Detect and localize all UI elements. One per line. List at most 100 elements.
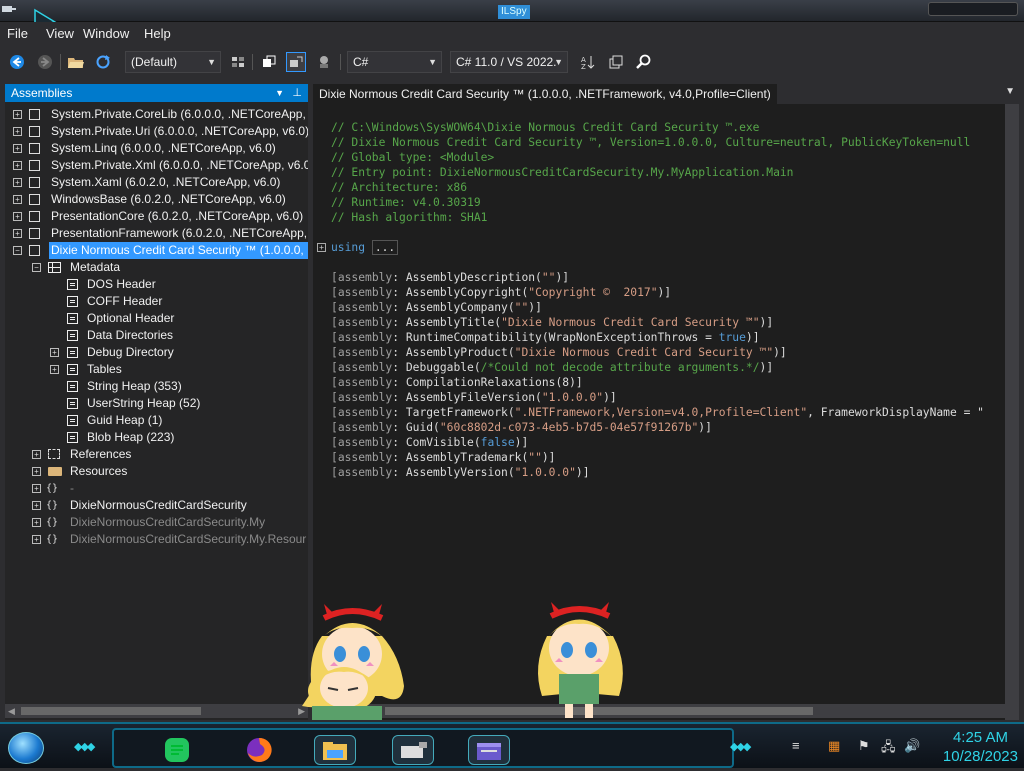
expand-icon[interactable]: + <box>13 229 22 238</box>
pin-icon[interactable]: ⊥ <box>292 84 302 102</box>
open-folder-icon[interactable] <box>66 52 86 72</box>
expand-icon[interactable]: + <box>13 178 22 187</box>
toolbar-separator <box>252 54 253 70</box>
refresh-icon[interactable] <box>93 52 113 72</box>
search-icon[interactable] <box>634 52 654 72</box>
code-horizontal-scrollbar[interactable] <box>313 704 1005 718</box>
menu-view[interactable]: View <box>46 26 74 41</box>
file-explorer-icon[interactable] <box>314 735 356 765</box>
assembly-attribute-line: [assembly: TargetFramework(".NETFramewor… <box>331 405 984 420</box>
expand-icon[interactable]: + <box>13 110 22 119</box>
collapse-icon[interactable]: − <box>13 246 22 255</box>
page-icon <box>67 330 78 341</box>
assembly-icon <box>29 228 40 239</box>
show-all-icon[interactable] <box>314 52 334 72</box>
show-desktop-icon[interactable]: ≡ <box>792 738 800 753</box>
expand-icon[interactable]: + <box>32 484 41 493</box>
tree-node-label: Optional Header <box>87 311 175 325</box>
namespace-icon: {} <box>46 517 59 528</box>
attribute-bracket: [ <box>331 286 338 299</box>
code-tab[interactable]: Dixie Normous Credit Card Security ™ (1.… <box>313 84 777 104</box>
using-collapsed[interactable]: ... <box>371 240 399 255</box>
attribute-name[interactable]: : ComVisible( <box>392 436 480 449</box>
taskbar-dock <box>112 728 734 768</box>
volume-icon[interactable]: 🔊 <box>904 738 920 754</box>
start-orb-icon[interactable] <box>8 732 44 764</box>
attribute-tail: )] <box>698 421 712 434</box>
back-arrow-icon[interactable] <box>7 52 27 72</box>
attribute-name[interactable]: : AssemblyVersion( <box>392 466 514 479</box>
attribute-name[interactable]: : Guid( <box>392 421 440 434</box>
expand-icon[interactable]: + <box>13 144 22 153</box>
page-icon <box>67 296 78 307</box>
clock-date: 10/28/2023 <box>942 748 1018 765</box>
expand-icon[interactable]: + <box>13 161 22 170</box>
attribute-bracket: [ <box>331 361 338 374</box>
show-public-icon[interactable] <box>259 52 279 72</box>
expand-icon[interactable]: + <box>32 518 41 527</box>
network-app-icon[interactable] <box>392 735 434 765</box>
namespace-icon: {} <box>46 500 59 511</box>
code-editor[interactable]: // C:\Windows\SysWOW64\Dixie Normous Cre… <box>313 104 1019 704</box>
assembly-list-icon[interactable] <box>228 52 248 72</box>
clock-time: 4:25 AM <box>952 729 1008 746</box>
expand-icon[interactable]: + <box>13 212 22 221</box>
tree-node-label: System.Xaml (6.0.2.0, .NETCoreApp, v6.0) <box>51 175 281 189</box>
menu-file[interactable]: File <box>7 26 28 41</box>
attribute-name[interactable]: : TargetFramework( <box>392 406 514 419</box>
expand-icon[interactable]: + <box>32 450 41 459</box>
menu-window[interactable]: Window <box>83 26 129 41</box>
network-icon[interactable]: 🖧 <box>881 738 896 760</box>
filter-combo[interactable]: (Default) ▼ <box>125 51 221 73</box>
firefox-icon[interactable] <box>244 735 274 765</box>
attribute-name[interactable]: : AssemblyFileVersion( <box>392 391 542 404</box>
attribute-name[interactable]: : CompilationRelaxations(8) <box>392 376 576 389</box>
attribute-name[interactable]: : RuntimeCompatibility(WrapNonExceptionT… <box>392 331 718 344</box>
attribute-argument: "60c8802d-c073-4eb5-b7d5-04e57f91267b" <box>439 421 699 434</box>
expand-icon[interactable]: + <box>32 535 41 544</box>
taskbar-decoration: ◆◆◆ <box>730 741 751 753</box>
version-combo[interactable]: C# 11.0 / VS 2022. ▼ <box>450 51 568 73</box>
attribute-name[interactable]: : AssemblyTitle( <box>392 316 501 329</box>
sort-icon[interactable]: AZ <box>578 52 598 72</box>
using-block[interactable]: using ... <box>331 240 399 255</box>
expand-icon[interactable]: + <box>317 243 326 252</box>
clock[interactable]: 4:25 AM 10/28/2023 <box>943 728 1018 766</box>
expand-icon[interactable]: + <box>50 365 59 374</box>
page-icon <box>67 398 78 409</box>
character-sticker-right <box>538 602 623 718</box>
expand-icon[interactable]: + <box>32 501 41 510</box>
expand-icon[interactable]: + <box>13 195 22 204</box>
collapse-icon[interactable]: − <box>32 263 41 272</box>
chevron-down-icon: ▼ <box>554 57 563 67</box>
flag-icon[interactable]: ⚑ <box>858 738 870 754</box>
menu-help[interactable]: Help <box>144 26 171 41</box>
expand-icon[interactable]: + <box>13 127 22 136</box>
expand-icon[interactable]: + <box>32 467 41 476</box>
attribute-name[interactable]: : AssemblyDescription( <box>392 271 542 284</box>
attribute-name[interactable]: : Debuggable( <box>392 361 480 374</box>
attribute-name[interactable]: : AssemblyProduct( <box>392 346 514 359</box>
attribute-argument: "Dixie Normous Credit Card Security ™" <box>501 316 760 329</box>
window-app-icon[interactable] <box>468 735 510 765</box>
tab-menu-icon[interactable]: ▼ <box>1005 86 1015 97</box>
assembly-attribute-line: [assembly: CompilationRelaxations(8)] <box>331 375 583 390</box>
tree-node-label: Debug Directory <box>87 345 174 359</box>
language-combo[interactable]: C# ▼ <box>347 51 442 73</box>
attribute-tail: )] <box>528 301 542 314</box>
language-bar-icon[interactable]: ▦ <box>828 738 840 754</box>
expand-icon[interactable]: + <box>50 348 59 357</box>
attribute-name[interactable]: : AssemblyTrademark( <box>392 451 528 464</box>
forward-arrow-icon[interactable] <box>35 52 55 72</box>
save-icon[interactable] <box>606 52 626 72</box>
pane-dropdown-icon[interactable]: ▼ <box>275 84 284 102</box>
scroll-left-icon[interactable]: ◀ <box>8 704 15 718</box>
header-comment: // Runtime: v4.0.30319 <box>331 196 481 209</box>
scrollbar-thumb[interactable] <box>21 707 201 715</box>
attribute-name[interactable]: : AssemblyCompany( <box>392 301 514 314</box>
green-chat-app-icon[interactable] <box>162 735 192 765</box>
attribute-name[interactable]: : AssemblyCopyright( <box>392 286 528 299</box>
show-private-icon[interactable] <box>286 52 306 72</box>
tree-horizontal-scrollbar[interactable]: ◀ ▶ <box>5 704 308 718</box>
code-vertical-scrollbar[interactable] <box>1005 104 1019 720</box>
